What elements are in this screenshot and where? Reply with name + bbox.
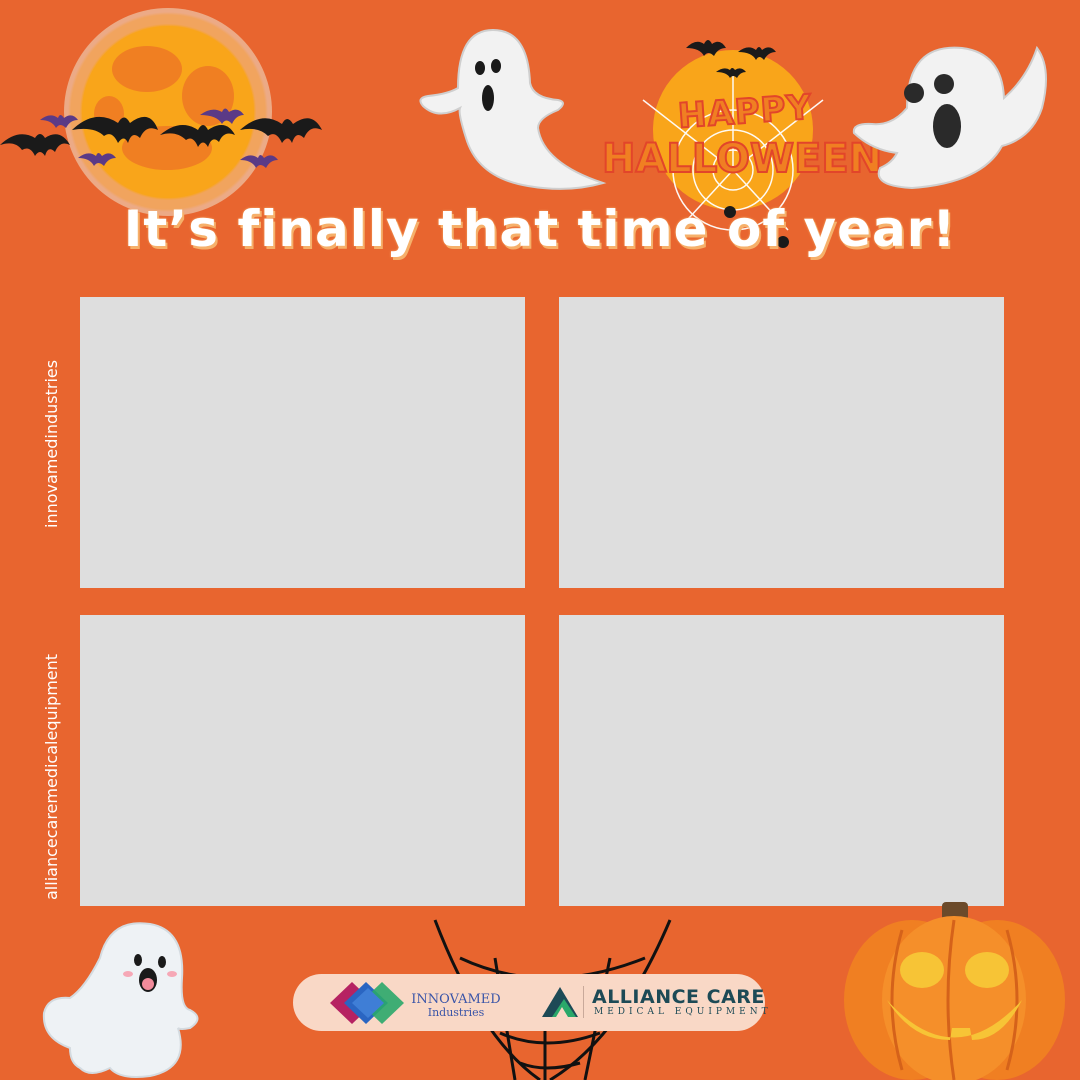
innovamed-name: INNOVAMED xyxy=(411,992,501,1007)
photo-placeholder-bottom-right[interactable] xyxy=(559,615,1004,906)
bat-icon xyxy=(0,108,322,168)
jack-o-lantern-icon xyxy=(844,902,1065,1080)
innovamed-logo-icon xyxy=(330,982,404,1024)
photo-placeholder-bottom-left[interactable] xyxy=(80,615,525,906)
alliance-care-sub: MEDICAL EQUIPMENT xyxy=(594,1007,772,1017)
photo-placeholder-top-left[interactable] xyxy=(80,297,525,588)
ghost-icon xyxy=(419,28,607,190)
happy-text: HAPPY xyxy=(676,86,815,137)
halloween-post: HAPPY HALLOWEEN It’s finally that time o… xyxy=(0,0,1080,1080)
logo-divider xyxy=(583,986,584,1018)
ghost-icon xyxy=(852,45,1047,190)
alliance-care-logo-icon xyxy=(542,987,578,1017)
alliance-care-name: ALLIANCE CARE xyxy=(592,986,765,1008)
innovamed-logo-text: INNOVAMED Industries xyxy=(411,993,501,1019)
happy-halloween-lettering: HAPPY HALLOWEEN xyxy=(600,86,883,192)
innovamed-sub: Industries xyxy=(427,1006,485,1019)
ghost-icon xyxy=(42,922,199,1078)
headline: It’s finally that time of year! xyxy=(123,200,957,258)
side-label-innovamed: innovamedindustries xyxy=(42,359,61,528)
photo-placeholder-top-right[interactable] xyxy=(559,297,1004,588)
halloween-text: HALLOWEEN xyxy=(601,135,883,183)
side-label-alliance: alliancecaremedicalequipment xyxy=(42,653,61,900)
